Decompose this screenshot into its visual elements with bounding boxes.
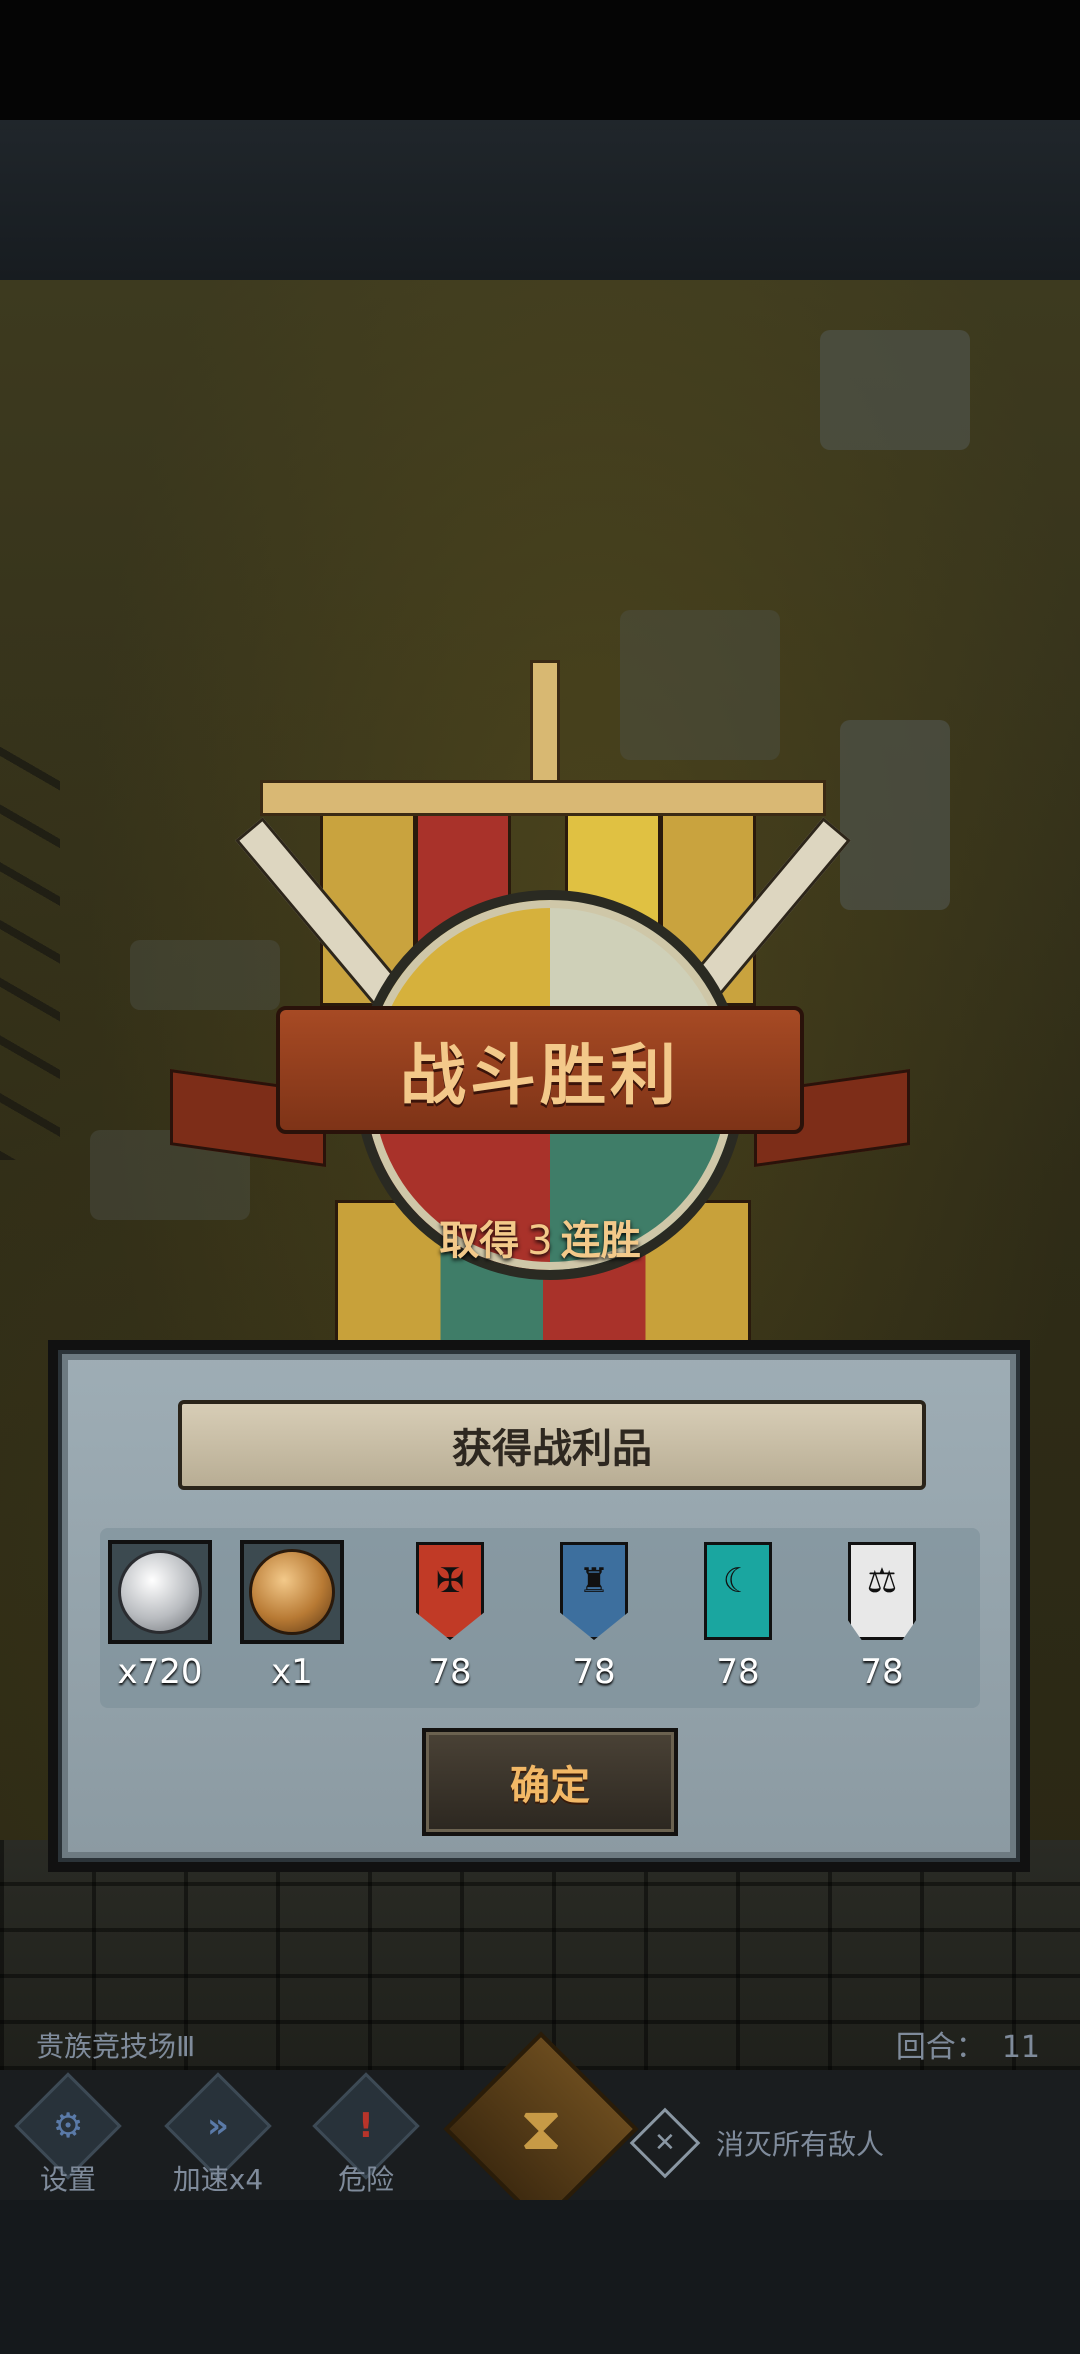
- round-value: 11: [1001, 2030, 1040, 2065]
- spike-fence: [0, 740, 60, 1160]
- danger-button[interactable]: ! 危险: [306, 2072, 426, 2198]
- confirm-button[interactable]: 确定: [422, 1728, 678, 1836]
- silver-coin-icon: [118, 1550, 202, 1634]
- blue-crest-icon: ♜: [560, 1542, 628, 1640]
- victory-title: 战斗胜利: [400, 1037, 680, 1114]
- loot-list: x720 x1 ✠ 78 ♜ 78 ☾ 78 ⚖ 78: [100, 1528, 980, 1708]
- loot-panel: 获得战利品 x720 x1 ✠ 78 ♜ 78 ☾ 78 ⚖ 78 确定: [48, 1340, 1030, 1872]
- streak-count: 3: [527, 1218, 553, 1264]
- navigation-bar: [0, 2200, 1080, 2354]
- loot-item[interactable]: x1: [232, 1540, 352, 1692]
- header-strip: [0, 120, 1080, 280]
- loot-item[interactable]: ✠ 78: [390, 1540, 510, 1692]
- item-count: 78: [572, 1652, 616, 1692]
- item-frame: [108, 1540, 212, 1644]
- victory-ribbon: 战斗胜利: [170, 1006, 910, 1167]
- bronze-helmet-icon: [249, 1549, 335, 1635]
- hourglass-icon: ⧗: [519, 2094, 563, 2164]
- arena-name: 贵族竞技场Ⅲ: [36, 2030, 196, 2063]
- round-counter: 回合： 11: [896, 2022, 1040, 2066]
- loot-panel-title: 获得战利品: [452, 1426, 652, 1472]
- streak-prefix: 取得: [439, 1218, 520, 1264]
- loot-item[interactable]: ♜ 78: [534, 1540, 654, 1692]
- settings-button[interactable]: ⚙ 设置: [8, 2072, 128, 2198]
- streak-suffix: 连胜: [560, 1218, 641, 1264]
- objective-text: 消灭所有敌人: [716, 2128, 885, 2161]
- status-bar: [0, 0, 1080, 120]
- round-label: 回合：: [895, 2030, 986, 2065]
- item-count: 78: [860, 1652, 904, 1692]
- item-count: 78: [428, 1652, 472, 1692]
- ribbon-body: 战斗胜利: [276, 1006, 804, 1134]
- teal-crest-icon: ☾: [704, 1542, 772, 1640]
- win-streak: 取得 3 连胜: [190, 1208, 890, 1266]
- wooden-barricade: [820, 330, 970, 450]
- confirm-label: 确定: [510, 1763, 590, 1809]
- item-count: 78: [716, 1652, 760, 1692]
- item-frame: [240, 1540, 344, 1644]
- loot-panel-header: 获得战利品: [178, 1400, 926, 1490]
- victory-emblem: 战斗胜利 取得 3 连胜: [170, 660, 910, 1346]
- settings-label: 设置: [39, 2163, 96, 2196]
- white-crest-icon: ⚖: [848, 1542, 916, 1640]
- speed-button[interactable]: » 加速x4: [158, 2072, 278, 2198]
- loot-item[interactable]: x720: [100, 1540, 220, 1692]
- banner-crossbar: [260, 780, 826, 816]
- red-crest-icon: ✠: [416, 1542, 484, 1640]
- item-count: x1: [271, 1652, 313, 1692]
- item-count: x720: [117, 1652, 203, 1692]
- crossed-swords-icon: ✕: [629, 2107, 701, 2179]
- loot-item[interactable]: ⚖ 78: [822, 1540, 942, 1692]
- loot-item[interactable]: ☾ 78: [678, 1540, 798, 1692]
- speed-label: 加速x4: [172, 2163, 264, 2196]
- objective: ✕ 消灭所有敌人: [629, 2107, 885, 2179]
- danger-label: 危险: [337, 2163, 394, 2196]
